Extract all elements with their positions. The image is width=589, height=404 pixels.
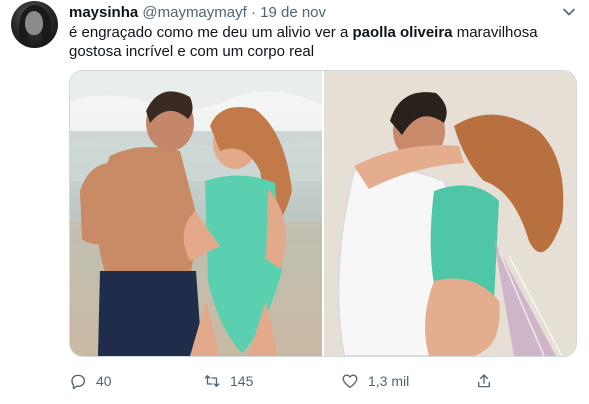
tweet-actions: 40 145 1,3 mil <box>69 372 574 394</box>
photo-right-illustration <box>324 71 576 356</box>
author-handle[interactable]: @maymaymayf <box>142 4 246 21</box>
tweet-header: maysinha @maymaymayf · 19 de nov <box>69 4 326 22</box>
avatar-face <box>25 11 43 35</box>
retweet-button[interactable]: 145 <box>203 372 253 390</box>
tweet-media[interactable] <box>69 70 577 357</box>
chevron-down-icon[interactable] <box>562 5 576 19</box>
retweet-count: 145 <box>230 373 254 389</box>
author-name[interactable]: maysinha <box>69 4 138 21</box>
tweet-timestamp[interactable]: 19 de nov <box>260 4 326 21</box>
tweet-text-bold: paolla oliveira <box>352 24 453 41</box>
separator-dot: · <box>250 4 256 21</box>
tweet[interactable]: maysinha @maymaymayf · 19 de nov é engra… <box>0 0 589 404</box>
like-count: 1,3 mil <box>368 373 410 389</box>
media-photo-left[interactable] <box>70 71 322 356</box>
share-button[interactable] <box>475 372 493 390</box>
media-photo-right[interactable] <box>324 71 576 356</box>
heart-icon <box>342 374 358 389</box>
reply-count: 40 <box>96 373 112 389</box>
photo-left-illustration <box>70 71 322 356</box>
tweet-text-before: é engraçado como me deu um alivio ver a <box>69 24 353 41</box>
retweet-icon <box>204 375 220 387</box>
tweet-text: é engraçado como me deu um alivio ver a … <box>69 23 574 61</box>
reply-icon <box>71 374 86 390</box>
share-icon <box>478 374 490 388</box>
reply-button[interactable]: 40 <box>69 372 112 390</box>
avatar[interactable] <box>11 1 58 48</box>
like-button[interactable]: 1,3 mil <box>341 372 409 390</box>
